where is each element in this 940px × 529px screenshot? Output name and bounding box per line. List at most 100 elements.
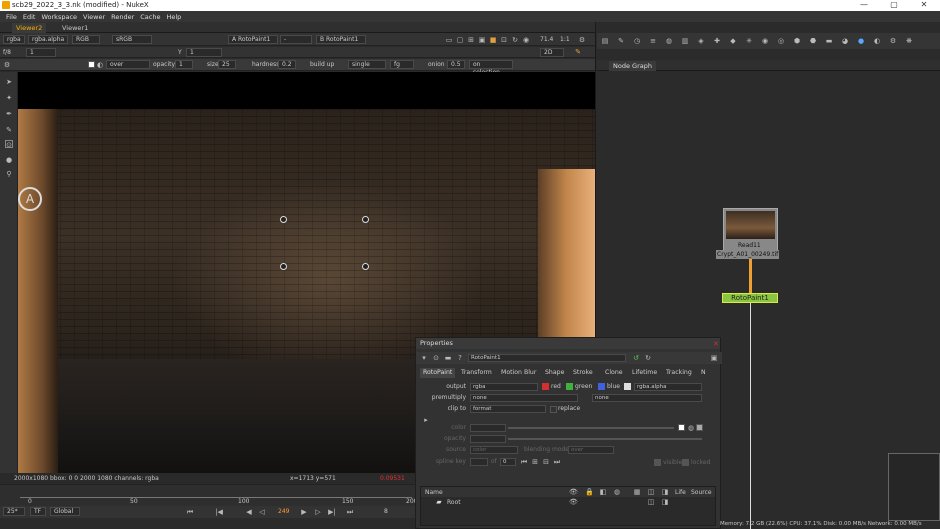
menu-edit[interactable]: Edit xyxy=(23,13,36,21)
dodge-tool-icon[interactable]: ⚲ xyxy=(5,170,13,178)
red-checkbox[interactable] xyxy=(542,383,549,390)
clipto-dropdown[interactable]: format xyxy=(470,405,546,413)
other-node-icon[interactable]: ▬ xyxy=(825,37,833,45)
tab-node-graph[interactable]: Node Graph xyxy=(609,61,656,71)
overlay-icon[interactable]: ▦ xyxy=(633,488,641,496)
toolsets-icon[interactable]: ⬣ xyxy=(809,37,817,45)
views-node-icon[interactable]: ◎ xyxy=(777,37,785,45)
buildup-label[interactable]: build up xyxy=(310,60,334,69)
refresh-icon[interactable]: ↻ xyxy=(511,36,519,44)
menu-cache[interactable]: Cache xyxy=(140,13,160,21)
color-swatch[interactable] xyxy=(88,61,95,68)
undo-icon[interactable]: ↺ xyxy=(632,354,640,362)
input-a-dropdown[interactable]: A RotoPaint1 xyxy=(228,35,278,44)
color-field[interactable] xyxy=(470,424,506,432)
alpha-dropdown[interactable]: rgba.alpha xyxy=(634,383,702,391)
opacity-slider[interactable] xyxy=(508,438,702,440)
pencil-icon[interactable]: ✎ xyxy=(574,48,582,56)
current-frame[interactable]: 249 xyxy=(278,507,289,516)
center-node-icon[interactable]: ⊙ xyxy=(432,354,440,362)
tab-stroke[interactable]: Stroke xyxy=(570,368,596,378)
tab-tracking[interactable]: Tracking xyxy=(663,368,695,378)
menu-file[interactable]: File xyxy=(6,13,17,21)
pause-icon[interactable]: ◉ xyxy=(522,36,530,44)
safe-area-icon[interactable]: ▢ xyxy=(456,36,464,44)
step-value[interactable]: 8 xyxy=(384,507,388,516)
add-key-icon[interactable]: ⊞ xyxy=(531,458,539,466)
last-frame-icon[interactable]: ⏭ xyxy=(346,508,354,516)
color-wheel-icon[interactable]: ◐ xyxy=(96,61,104,69)
col-name[interactable]: Name xyxy=(425,488,443,497)
invert-icon[interactable]: ◧ xyxy=(599,488,607,496)
tab-more[interactable]: N xyxy=(698,368,709,378)
gizmo-icon[interactable]: ⚙ xyxy=(889,37,897,45)
grid-icon[interactable]: ⊞ xyxy=(467,36,475,44)
float-panel-icon[interactable]: ▣ xyxy=(710,354,718,362)
blend-mode-dropdown[interactable]: over xyxy=(106,60,150,69)
histogram-icon[interactable]: ■ xyxy=(489,36,497,44)
visible-checkbox[interactable] xyxy=(654,459,661,466)
prev-key-icon[interactable]: ⏮ xyxy=(520,458,528,466)
step-forward-icon[interactable]: ▷ xyxy=(314,508,322,516)
opacity-field[interactable] xyxy=(470,435,506,443)
plugin-icon[interactable]: ❋ xyxy=(905,37,913,45)
transform-node-icon[interactable]: ✳ xyxy=(745,37,753,45)
lut-dropdown[interactable]: sRGB xyxy=(112,35,152,44)
expand-arrow-icon[interactable]: ▸ xyxy=(422,416,430,424)
col-life[interactable]: Life xyxy=(675,488,686,497)
control-point[interactable] xyxy=(280,263,287,270)
y-field[interactable]: 1 xyxy=(186,48,222,57)
channels-dropdown[interactable]: rgba xyxy=(3,35,25,44)
color-slider[interactable] xyxy=(508,427,674,429)
tab-viewer1[interactable]: Viewer1 xyxy=(58,23,92,33)
frame-field[interactable]: 1 xyxy=(26,48,56,57)
display-dropdown[interactable]: RGB xyxy=(72,35,100,44)
spline-key-field[interactable] xyxy=(470,458,488,466)
read-node[interactable]: Read11 xyxy=(723,208,778,256)
color-swatch-white[interactable] xyxy=(678,424,685,431)
furnace-icon[interactable]: ◕ xyxy=(841,37,849,45)
layer-dropdown[interactable]: rgba.alpha xyxy=(28,35,68,44)
tab-motion-blur[interactable]: Motion Blur xyxy=(498,368,539,378)
rotopaint-node[interactable]: RotoPaint1 xyxy=(722,293,778,303)
remove-key-icon[interactable]: ⊟ xyxy=(542,458,550,466)
alpha-checkbox[interactable] xyxy=(624,383,631,390)
locked-checkbox[interactable] xyxy=(682,459,689,466)
keyer-node-icon[interactable]: ◈ xyxy=(697,37,705,45)
close-properties-icon[interactable]: ✕ xyxy=(712,340,720,348)
proxy-value[interactable]: 1:1 xyxy=(560,35,570,44)
menu-workspace[interactable]: Workspace xyxy=(41,13,77,21)
settings-icon[interactable]: ⚙ xyxy=(3,61,11,69)
draw-node-icon[interactable]: ✎ xyxy=(617,37,625,45)
input-a-op[interactable]: - xyxy=(280,35,312,44)
clone-tool-icon[interactable]: ⊙ xyxy=(5,140,13,149)
particle-node-icon[interactable]: ◉ xyxy=(761,37,769,45)
help-icon[interactable]: ? xyxy=(456,354,464,362)
node-name-field[interactable]: RotoPaint1 xyxy=(468,354,626,362)
channel-node-icon[interactable]: ≡ xyxy=(649,37,657,45)
3d-node-icon[interactable]: ◆ xyxy=(729,37,737,45)
root-visible-icon[interactable]: 👁 xyxy=(569,498,578,506)
step-back-icon[interactable]: ◀ xyxy=(245,508,253,516)
tab-lifetime[interactable]: Lifetime xyxy=(629,368,660,378)
hardness-field[interactable]: 0.2 xyxy=(278,60,296,69)
menu-render[interactable]: Render xyxy=(111,13,134,21)
menu-viewer[interactable]: Viewer xyxy=(83,13,105,21)
tab-clone[interactable]: Clone xyxy=(602,368,626,378)
range-dropdown[interactable]: Global xyxy=(50,507,80,516)
input-b-dropdown[interactable]: B RotoPaint1 xyxy=(316,35,366,44)
green-checkbox[interactable] xyxy=(566,383,573,390)
first-frame-icon[interactable]: ⏮ xyxy=(186,508,194,516)
root-mb-icon[interactable]: ◫ xyxy=(647,498,655,506)
tab-viewer2[interactable]: Viewer2 xyxy=(12,23,47,33)
graph-minimap[interactable] xyxy=(888,453,940,521)
control-point[interactable] xyxy=(362,216,369,223)
source-dropdown[interactable]: color xyxy=(470,446,518,454)
cara-vr-icon[interactable]: ◐ xyxy=(873,37,881,45)
root-row[interactable]: ▰ Root 👁 ◫ ◨ xyxy=(421,498,715,507)
visibility-icon[interactable]: 👁 xyxy=(569,488,578,496)
color-column-icon[interactable]: ◍ xyxy=(613,488,621,496)
collapse-icon[interactable]: ▾ xyxy=(420,354,428,362)
tf-dropdown[interactable]: TF xyxy=(30,507,46,516)
menu-help[interactable]: Help xyxy=(166,13,181,21)
